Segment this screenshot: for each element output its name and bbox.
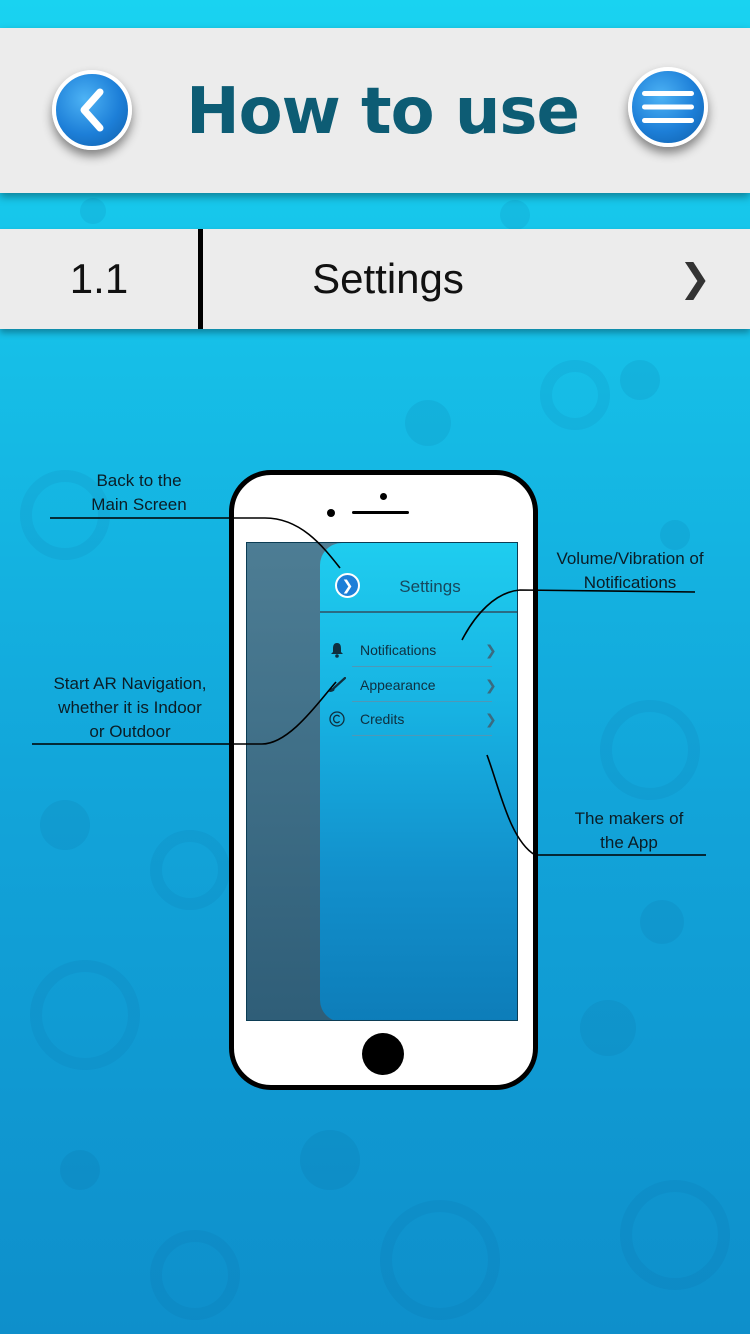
divider bbox=[352, 666, 492, 667]
screen-item-label: Notifications bbox=[360, 642, 437, 658]
callout-makers: The makers of the App bbox=[554, 807, 704, 855]
callout-back: Back to the Main Screen bbox=[64, 469, 214, 517]
menu-button[interactable] bbox=[628, 67, 708, 147]
phone-speaker bbox=[352, 511, 409, 514]
divider bbox=[352, 735, 492, 736]
callout-line: the App bbox=[600, 833, 658, 852]
chevron-left-icon bbox=[80, 88, 104, 132]
settings-panel-header: ❯ Settings bbox=[320, 543, 517, 613]
page-title: How to use bbox=[186, 75, 580, 149]
section-number: 1.1 bbox=[69, 255, 129, 302]
callout-line: or Outdoor bbox=[89, 722, 171, 741]
chevron-right-icon: ❯ bbox=[485, 677, 497, 693]
callout-line: Volume/Vibration of bbox=[556, 549, 704, 568]
screen-back-icon: ❯ bbox=[335, 573, 360, 598]
callout-volume: Volume/Vibration of Notifications bbox=[535, 547, 725, 595]
phone-sensor bbox=[327, 509, 335, 517]
brush-icon bbox=[328, 668, 346, 702]
screen-title: Settings bbox=[399, 577, 461, 596]
phone-illustration: ❯ Settings Notifications ❯ Appearance ❯ bbox=[229, 470, 538, 1090]
screen-item-label: Credits bbox=[360, 711, 405, 727]
phone-home-button bbox=[362, 1033, 404, 1075]
settings-panel: ❯ Settings Notifications ❯ Appearance ❯ bbox=[320, 543, 517, 1020]
section-title: Settings bbox=[312, 255, 464, 302]
callout-line: The makers of bbox=[574, 809, 684, 828]
divider bbox=[320, 611, 517, 613]
screen-item-credits: Credits ❯ bbox=[320, 702, 517, 736]
callout-ar-navigation: Start AR Navigation, whether it is Indoo… bbox=[35, 672, 225, 744]
callout-line: Start AR Navigation, bbox=[53, 674, 207, 693]
chevron-right-icon: ❯ bbox=[485, 711, 497, 727]
callout-line: Main Screen bbox=[91, 495, 187, 514]
chevron-right-icon: ❯ bbox=[485, 642, 497, 658]
top-header: How to use bbox=[0, 28, 750, 193]
callout-line: Back to the bbox=[96, 471, 182, 490]
bell-icon bbox=[328, 633, 346, 667]
callout-line: whether it is Indoor bbox=[58, 698, 202, 717]
back-button[interactable] bbox=[52, 70, 132, 150]
screen-item-label: Appearance bbox=[360, 677, 436, 693]
phone-screen: ❯ Settings Notifications ❯ Appearance ❯ bbox=[246, 542, 518, 1021]
chevron-right-icon[interactable]: ❯ bbox=[670, 229, 720, 329]
hamburger-menu-icon bbox=[642, 91, 694, 123]
copyright-icon bbox=[328, 702, 346, 736]
callout-line: Notifications bbox=[583, 573, 677, 592]
section-bar[interactable]: 1.1 Settings ❯ bbox=[0, 229, 750, 329]
screen-item-notifications: Notifications ❯ bbox=[320, 633, 517, 667]
phone-camera bbox=[380, 493, 387, 500]
screen-item-appearance: Appearance ❯ bbox=[320, 668, 517, 702]
